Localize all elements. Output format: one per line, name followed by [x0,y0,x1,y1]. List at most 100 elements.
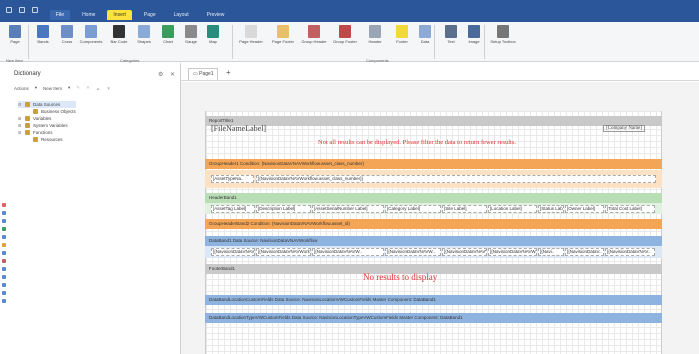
tab-insert[interactable]: Insert [107,10,132,20]
no-results-message[interactable]: No results to display [363,272,437,282]
line-tool-icon[interactable] [2,267,6,271]
asset-type-cell[interactable]: [AssetTypeNa.. [211,175,254,183]
data-band-location-custom-fields[interactable]: DataBandLocationCustomFields Data Source… [205,295,662,305]
tree-item-system-variables[interactable]: ⊞ System Variables [18,122,76,129]
expand-toggle-icon[interactable]: ⊞ [18,123,22,128]
tab-page[interactable]: Page [138,10,162,20]
tab-preview[interactable]: Preview [201,10,231,20]
tree-item-resources[interactable]: Resources [18,136,76,143]
tree-item-data-sources[interactable]: ⊟ Data Sources [18,101,76,108]
tree-item-variables[interactable]: ⊞ Variables [18,115,76,122]
checkbox-tool-icon[interactable] [2,259,6,263]
new-item-button[interactable]: New Item [43,86,62,91]
group-header-button[interactable]: Group Header [301,25,327,55]
close-icon[interactable]: ✕ [170,71,175,78]
column-header-cell[interactable]: [Owner Label] [565,205,604,213]
tab-file[interactable]: File [50,10,71,20]
column-header-cell[interactable]: [Total Cost Label] [605,205,655,213]
header-button[interactable]: Header [364,25,386,55]
column-header-cell[interactable]: [AssetSerialNumber Label] [312,205,384,213]
tab-page1[interactable]: ▭ Page1 [188,68,218,80]
data-cell[interactable]: [{NavisionDataV.. [565,248,604,256]
map-button[interactable]: Map [202,25,224,55]
components-button[interactable]: Components [80,25,102,55]
edit-icon[interactable]: ✎ [76,85,80,91]
company-name-label[interactable]: [Company Name] [603,125,645,132]
cross-button[interactable]: Cross [56,25,78,55]
subreport-tool-icon[interactable] [2,283,6,287]
delete-icon[interactable]: ✕ [86,85,90,91]
ribbon-tabs: File Home Insert Page Layout Preview [50,10,230,20]
data-button[interactable]: Data [414,25,436,55]
redo-icon[interactable] [32,7,38,13]
image-tool-icon[interactable] [2,211,6,215]
data-cell[interactable]: [{NavisionDataVNAVWorkflow.asset_name}] [256,248,311,256]
tree-item-functions[interactable]: ⊞ Functions [18,129,76,136]
gauge-button[interactable]: Gauge [180,25,202,55]
table-tool-icon[interactable] [2,251,6,255]
column-header-cell[interactable]: [Description Label] [256,205,311,213]
text-button[interactable]: Text [440,25,462,55]
panel-tool-icon[interactable] [2,243,6,247]
barcode-tool-icon[interactable] [2,235,6,239]
chart-button[interactable]: Chart [157,25,179,55]
ribbon-button-label: Footer [396,39,408,44]
ribbon-group-separator [28,25,29,59]
save-icon[interactable] [6,7,12,13]
settings-icon[interactable]: ⚙ [158,71,163,78]
column-header-cell[interactable]: [AssetTag Label] [211,205,255,213]
report-title-band[interactable]: ReportTitle1 [205,116,662,126]
move-down-icon[interactable]: ▼ [106,86,110,91]
text-tool-icon[interactable] [2,203,6,207]
data-cell[interactable]: [{NavisionDataVNAV.. [211,248,255,256]
group-header-band-1[interactable]: GroupHeader1 Condition: {NavisionDataVNA… [205,159,662,169]
move-up-icon[interactable]: ▲ [96,86,100,91]
group-header-band-2[interactable]: GroupHeaderBand2 Condition: {NavisionDat… [205,219,662,229]
shapes-button[interactable]: Shapes [133,25,155,55]
asset-class-cell[interactable]: [{NavisionDataVNAVWorkflow.asset_class_n… [256,175,656,183]
ribbon-button-label: Group Footer [333,39,357,44]
data-cell[interactable]: [{NavisionDataVNAVW.. [312,248,384,256]
data-cell[interactable]: [{Navi.. [538,248,564,256]
footer-button[interactable]: Footer [391,25,413,55]
add-page-icon[interactable]: + [226,68,231,77]
header-band-1[interactable]: HeaderBand1 [205,193,662,203]
rectangle-tool-icon[interactable] [2,275,6,279]
column-header-cell[interactable]: [Category Label] [385,205,441,213]
shapes-icon [138,25,150,38]
zip-tool-icon[interactable] [2,299,6,303]
column-header-cell[interactable]: [Location Label] [488,205,537,213]
data-cell[interactable]: [{NavisionDataVNAVW.. [488,248,537,256]
chart-tool-icon[interactable] [2,227,6,231]
page-footer-button[interactable]: Page Footer [272,25,294,55]
ribbon-button-label: Gauge [184,39,197,44]
undo-icon[interactable] [19,7,25,13]
page-header-button[interactable]: Page Header [239,25,263,55]
data-cell[interactable]: [{NavisionDataVNAVW.. [385,248,441,256]
shape-tool-icon[interactable] [2,219,6,223]
bands-button[interactable]: Bands [32,25,54,55]
setup-toolbox-button[interactable]: Setup Toolbox [490,25,516,55]
group-footer-button[interactable]: Group Footer [333,25,357,55]
column-header-cell[interactable]: [Status Label] [538,205,564,213]
tab-layout[interactable]: Layout [168,10,195,20]
data-cell[interactable]: [{NavisionDataVNAVW.. [442,248,487,256]
tree-item-business-objects[interactable]: Business Objects [18,108,76,115]
actions-button[interactable]: Actions [14,86,29,91]
column-header-cell[interactable]: [Site Label] [442,205,487,213]
expand-toggle-icon[interactable]: ⊟ [18,102,22,107]
file-name-label[interactable]: [FileNameLabel] [211,124,266,133]
image-button[interactable]: Image [463,25,485,55]
filter-message[interactable]: Not all results can be displayed. Please… [318,139,516,146]
tab-home[interactable]: Home [76,10,101,20]
data-cell[interactable]: [{NavisionDataVNAV.. [605,248,655,256]
bar-code-button[interactable]: Bar Code [108,25,130,55]
expand-toggle-icon[interactable]: ⊞ [18,116,22,121]
expand-toggle-icon[interactable]: ⊞ [18,130,22,135]
ribbon-button-label: Setup Toolbox [490,39,516,44]
richtext-tool-icon[interactable] [2,291,6,295]
data-band-location-type-custom-fields[interactable]: DataBandLocationTypeVWCustomFields Data … [205,313,662,323]
page-button[interactable]: Page [4,25,26,55]
dictionary-tree: ⊟ Data Sources Business Objects ⊞ Variables ⊞… [18,101,76,143]
data-band-1[interactable]: DataBand1 Data Source: NavisionDataVNAVW… [205,236,662,246]
